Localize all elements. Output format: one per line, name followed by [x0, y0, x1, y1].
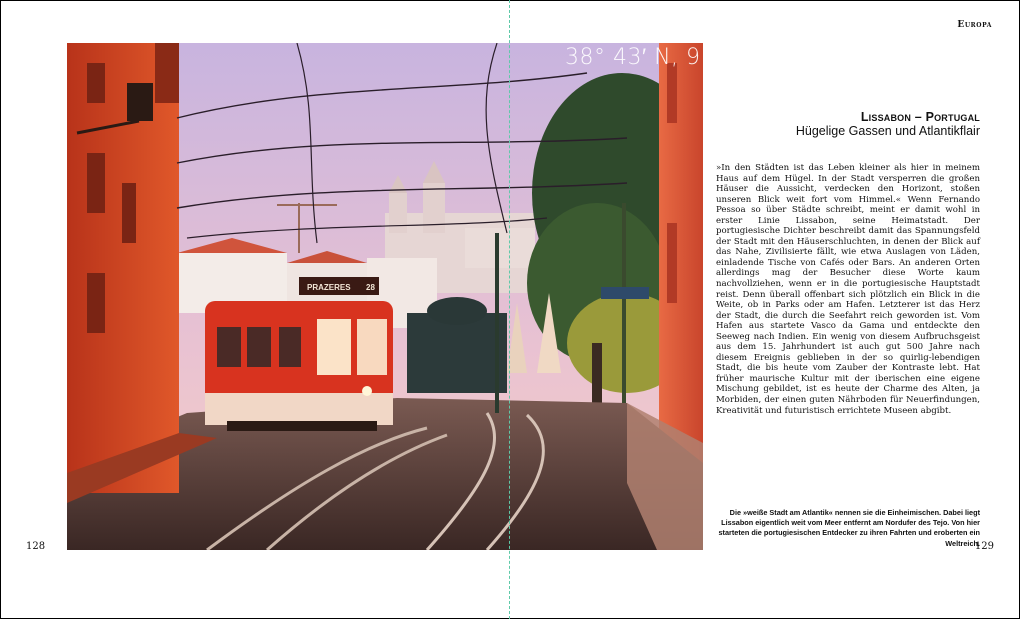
- fold-line: [509, 0, 510, 619]
- lisbon-tram-photo: PRAZERES 28: [67, 43, 703, 550]
- tram-number: 28: [366, 283, 375, 292]
- article-body: »In den Städten ist das Leben kleiner al…: [716, 163, 980, 416]
- article-subtitle: Hügelige Gassen und Atlantikflair: [795, 124, 980, 138]
- page-number-right: 129: [974, 541, 994, 552]
- page-number-left: 128: [26, 541, 46, 552]
- coordinates-overlay: 38° 43′ N, 9° 9′ W: [565, 45, 769, 70]
- article-title: Lissabon – Portugal: [860, 110, 980, 124]
- section-label: Europa: [957, 20, 992, 30]
- tram-destination-sign: PRAZERES: [307, 283, 351, 292]
- photo-caption: Die »weiße Stadt am Atlantik« nennen sie…: [718, 508, 980, 548]
